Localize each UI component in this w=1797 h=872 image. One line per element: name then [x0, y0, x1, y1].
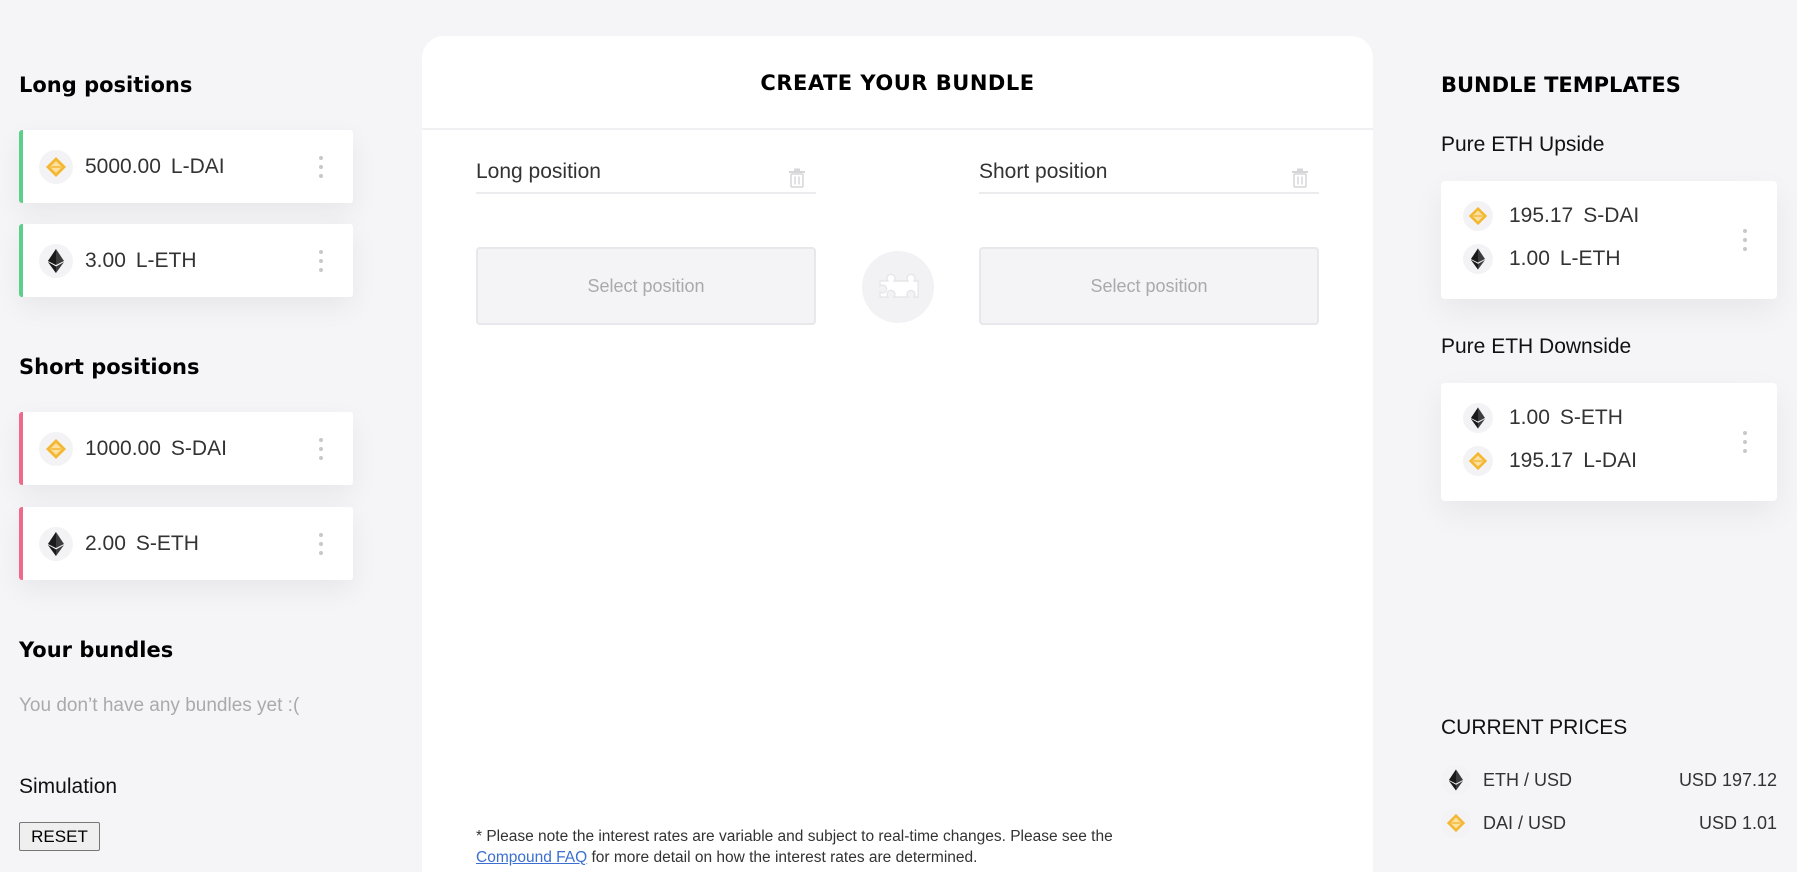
empty-bundles-message: You don’t have any bundles yet :( — [19, 695, 300, 716]
template-symbol: S-ETH — [1559, 406, 1623, 429]
template-name: Pure ETH Downside — [1441, 335, 1632, 358]
eth-icon — [39, 243, 73, 278]
price-row: ETH / USD USD 197.12 — [1441, 764, 1777, 796]
select-short-position[interactable]: Select position — [979, 247, 1319, 325]
your-bundles-title: Your bundles — [19, 638, 174, 662]
more-options-icon[interactable] — [319, 532, 323, 555]
template-symbol: S-DAI — [1583, 204, 1640, 227]
price-value: USD 197.12 — [1678, 769, 1777, 790]
panel-title: CREATE YOUR BUNDLE — [760, 71, 1035, 95]
template-amount: 1.00 — [1509, 247, 1550, 270]
short-position-label: Short position — [979, 160, 1108, 183]
long-position-label: Long position — [476, 160, 601, 183]
short-position-card[interactable]: 2.00 S-ETH — [19, 507, 353, 580]
price-row: DAI / USD USD 1.01 — [1441, 807, 1777, 839]
long-position-card[interactable]: 3.00 L-ETH — [19, 224, 353, 297]
trash-icon[interactable] — [788, 168, 806, 193]
eth-icon — [39, 526, 73, 561]
position-amount: 1000.00 — [85, 436, 161, 460]
price-pair: ETH / USD — [1483, 769, 1573, 790]
long-position-card[interactable]: 5000.00 L-DAI — [19, 130, 353, 203]
current-prices-title: CURRENT PRICES — [1441, 716, 1628, 739]
template-row: 1.00 L-ETH — [1463, 242, 1621, 276]
more-options-icon[interactable] — [1743, 229, 1747, 251]
eth-icon — [1441, 765, 1471, 795]
dai-icon — [39, 431, 73, 466]
eth-icon — [1463, 244, 1493, 274]
simulation-title: Simulation — [19, 775, 118, 798]
create-bundle-panel: CREATE YOUR BUNDLE Long position Short p… — [422, 36, 1373, 872]
position-amount: 3.00 — [85, 248, 126, 272]
bundle-templates-title: BUNDLE TEMPLATES — [1441, 73, 1681, 97]
template-row: 195.17 S-DAI — [1463, 199, 1639, 233]
template-row: 195.17 L-DAI — [1463, 444, 1637, 478]
template-amount: 195.17 — [1509, 204, 1574, 227]
price-value: USD 1.01 — [1698, 812, 1777, 833]
position-symbol: S-ETH — [135, 531, 199, 555]
position-symbol: S-DAI — [170, 436, 227, 460]
short-slot-header: Short position — [979, 132, 1319, 194]
template-card[interactable]: 195.17 S-DAI 1.00 L-ETH — [1441, 181, 1777, 299]
select-long-position[interactable]: Select position — [476, 247, 816, 325]
position-amount: 5000.00 — [85, 154, 161, 178]
long-slot-header: Long position — [476, 132, 816, 194]
puzzle-link-icon — [862, 251, 934, 323]
panel-header: CREATE YOUR BUNDLE — [422, 36, 1373, 130]
template-name: Pure ETH Upside — [1441, 133, 1605, 156]
more-options-icon[interactable] — [319, 155, 323, 178]
dai-icon — [1441, 808, 1471, 838]
footnote-text: * Please note the interest rates are var… — [476, 828, 1113, 845]
price-pair: DAI / USD — [1483, 812, 1567, 833]
template-symbol: L-DAI — [1583, 449, 1637, 472]
position-symbol: L-DAI — [170, 154, 225, 178]
short-positions-title: Short positions — [19, 355, 200, 379]
template-row: 1.00 S-ETH — [1463, 401, 1623, 435]
reset-button[interactable]: RESET — [19, 822, 100, 851]
more-options-icon[interactable] — [1743, 431, 1747, 453]
position-amount: 2.00 — [85, 531, 126, 555]
position-symbol: L-ETH — [135, 248, 197, 272]
more-options-icon[interactable] — [319, 249, 323, 272]
more-options-icon[interactable] — [319, 437, 323, 460]
dai-icon — [1463, 446, 1493, 476]
interest-rate-footnote: * Please note the interest rates are var… — [476, 826, 1236, 868]
short-position-card[interactable]: 1000.00 S-DAI — [19, 412, 353, 485]
template-card[interactable]: 1.00 S-ETH 195.17 L-DAI — [1441, 383, 1777, 501]
trash-icon[interactable] — [1291, 168, 1309, 193]
footnote-text-end: for more detail on how the interest rate… — [587, 849, 978, 866]
template-symbol: L-ETH — [1559, 247, 1621, 270]
template-amount: 195.17 — [1509, 449, 1574, 472]
dai-icon — [39, 149, 73, 184]
compound-faq-link[interactable]: Compound FAQ — [476, 849, 587, 866]
dai-icon — [1463, 201, 1493, 231]
long-positions-title: Long positions — [19, 73, 193, 97]
eth-icon — [1463, 403, 1493, 433]
template-amount: 1.00 — [1509, 406, 1550, 429]
